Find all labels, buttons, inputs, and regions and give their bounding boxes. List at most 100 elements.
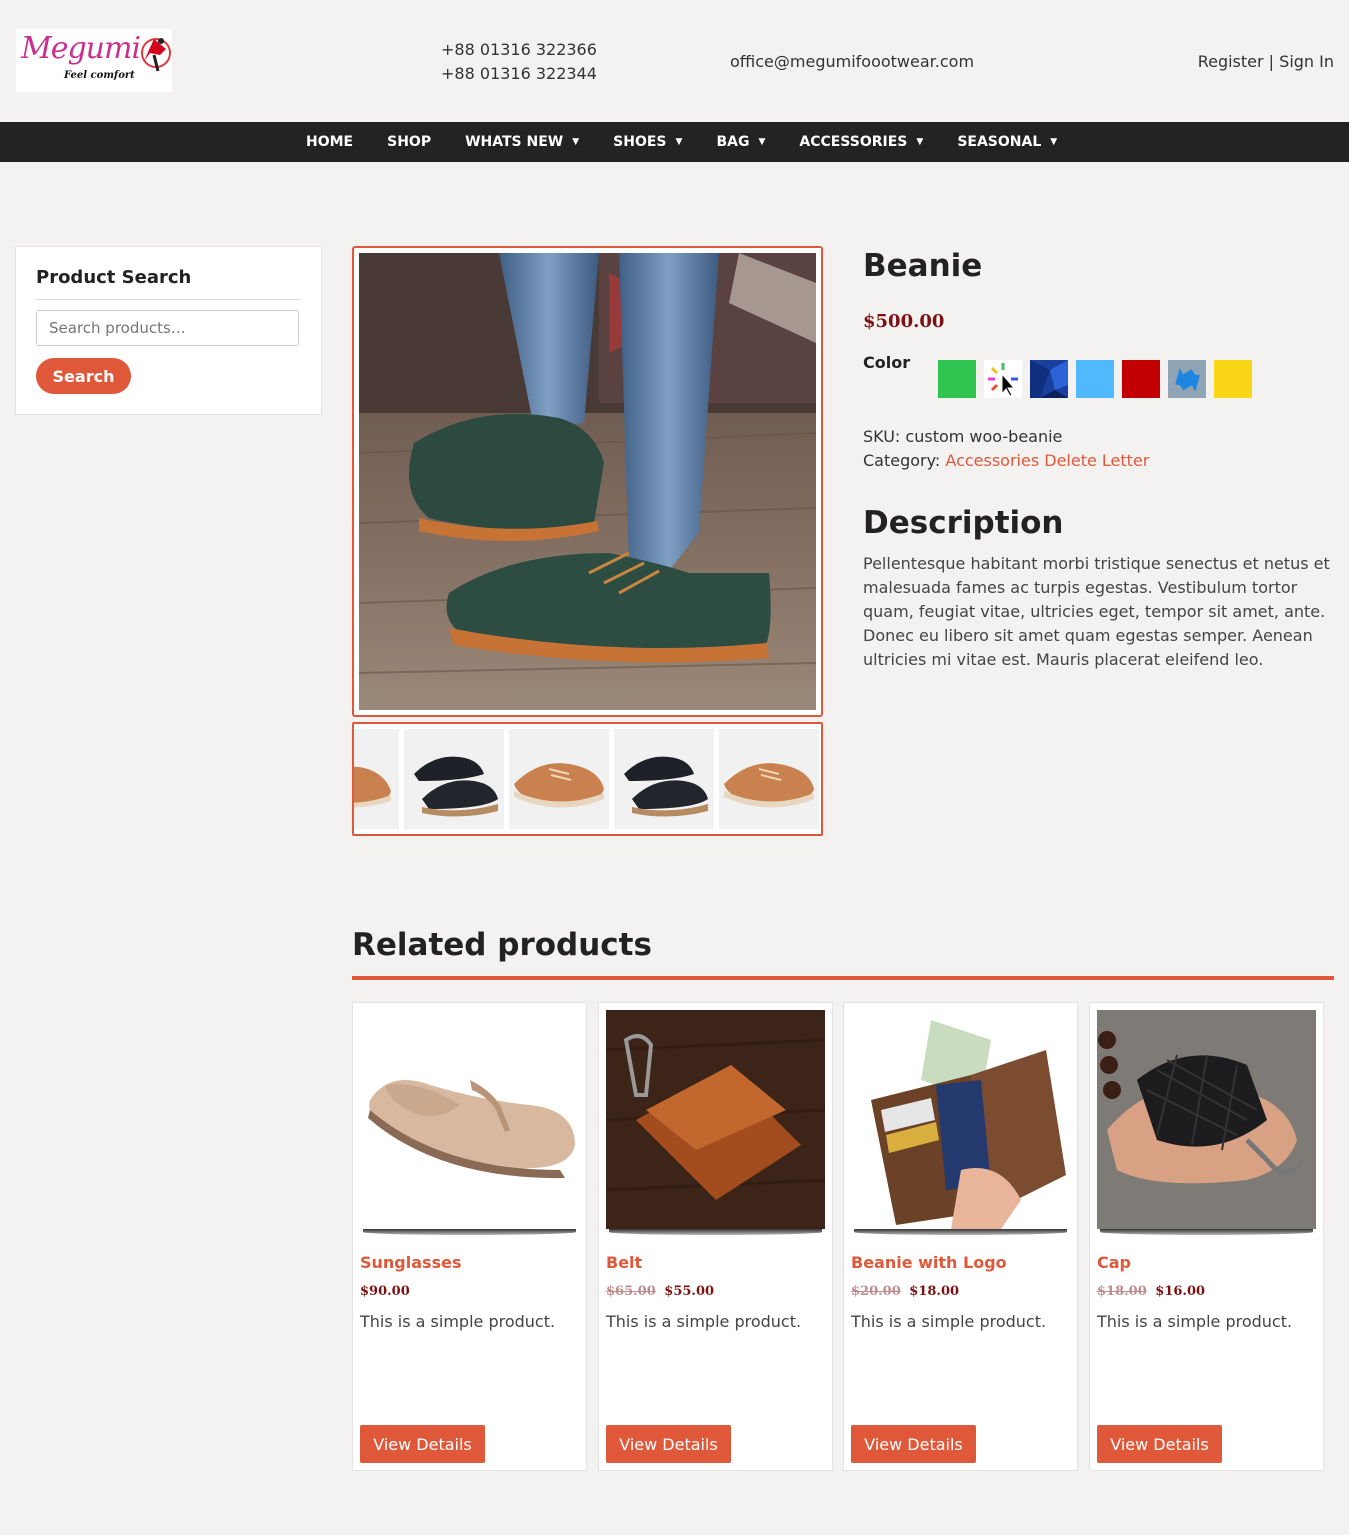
thumbnail-5[interactable] — [719, 729, 819, 829]
nav-item-label: SHOES — [613, 134, 667, 150]
product-prices: $65.00 $55.00 — [606, 1284, 714, 1299]
image-shadow — [363, 1229, 576, 1235]
old-price: $18.00 — [1097, 1284, 1147, 1299]
color-swatch-blue-pattern[interactable] — [1030, 360, 1068, 398]
tan-shoe-thumb — [509, 729, 609, 829]
product-image[interactable] — [1097, 1010, 1316, 1229]
nav-item-home[interactable]: HOME — [306, 122, 353, 162]
color-swatch-light-blue[interactable] — [1076, 360, 1114, 398]
green-suede-shoe-photo — [359, 253, 816, 710]
nav-item-label: ACCESSORIES — [799, 134, 908, 150]
description-text: Pellentesque habitant morbi tristique se… — [863, 554, 1330, 669]
color-swatch-green[interactable] — [938, 360, 976, 398]
thumbnail-3[interactable] — [509, 729, 609, 829]
nav-item-shoes[interactable]: SHOES ▼ — [613, 122, 682, 162]
product-prices: $20.00 $18.00 — [851, 1284, 959, 1299]
image-shadow — [854, 1229, 1067, 1235]
sku-value: custom woo-beanie — [905, 427, 1063, 446]
product-image[interactable] — [851, 1010, 1070, 1229]
category-line: Category: Accessories Delete Letter — [863, 451, 1149, 470]
related-products-title: Related products — [352, 927, 652, 963]
category-label: Category: — [863, 451, 941, 470]
current-price: $16.00 — [1155, 1284, 1206, 1299]
sign-in-link[interactable]: Sign In — [1279, 52, 1334, 71]
high-heel-logo-icon — [141, 38, 171, 72]
black-oxford-thumb — [404, 729, 504, 829]
refresh-arrows-icon — [1175, 368, 1200, 392]
product-name[interactable]: Beanie with Logo — [851, 1253, 1007, 1272]
product-name[interactable]: Cap — [1097, 1253, 1131, 1272]
product-card: Cap $18.00 $16.00 This is a simple produ… — [1089, 1002, 1324, 1471]
color-swatch-red[interactable] — [1122, 360, 1160, 398]
description-title: Description — [863, 505, 1064, 541]
image-shadow — [1100, 1229, 1313, 1235]
nav-item-label: BAG — [716, 134, 750, 150]
product-name[interactable]: Sunglasses — [360, 1253, 461, 1272]
main-navigation: HOME SHOP WHATS NEW ▼ SHOES ▼ BAG ▼ ACCESSO… — [0, 122, 1349, 162]
product-image[interactable] — [360, 1010, 579, 1229]
category-link[interactable]: Accessories Delete Letter — [945, 451, 1149, 470]
beige-loafer-photo — [360, 1010, 579, 1229]
brown-key-wallet-photo — [605, 1010, 826, 1229]
site-logo[interactable]: Megumi Feel comfort — [16, 29, 172, 92]
search-button[interactable]: Search — [36, 358, 131, 394]
caret-down-icon: ▼ — [758, 137, 766, 147]
product-name[interactable]: Belt — [606, 1253, 642, 1272]
product-summary: This is a simple product. — [1097, 1312, 1293, 1331]
thumbnail-2[interactable] — [404, 729, 504, 829]
view-details-button[interactable]: View Details — [606, 1425, 731, 1463]
view-details-button[interactable]: View Details — [851, 1425, 976, 1463]
product-main-image[interactable] — [352, 246, 823, 717]
product-summary: This is a simple product. — [606, 1312, 802, 1331]
old-price: $20.00 — [851, 1284, 901, 1299]
logo-text: Megumi — [21, 31, 141, 66]
current-price: $90.00 — [360, 1284, 410, 1299]
widget-divider — [36, 299, 300, 300]
product-price: $500.00 — [863, 311, 945, 332]
color-swatch-yellow[interactable] — [1214, 360, 1252, 398]
product-prices: $18.00 $16.00 — [1097, 1284, 1205, 1299]
current-price: $55.00 — [664, 1284, 715, 1299]
product-summary: This is a simple product. — [360, 1312, 556, 1331]
nav-item-label: HOME — [306, 134, 354, 150]
sku-label: SKU: — [863, 427, 901, 446]
product-search-widget: Product Search Search — [15, 246, 322, 415]
logo-tagline: Feel comfort — [64, 70, 135, 81]
phone-number-1[interactable]: +88 01316 322366 — [441, 40, 597, 59]
nav-item-whats-new[interactable]: WHATS NEW ▼ — [465, 122, 579, 162]
black-oxford-thumb — [614, 729, 714, 829]
product-thumbnail-strip — [352, 722, 823, 836]
tan-shoe-thumb — [354, 729, 399, 829]
caret-down-icon: ▼ — [572, 137, 580, 147]
passport-wallet-photo — [851, 1010, 1070, 1229]
phone-number-2[interactable]: +88 01316 322344 — [441, 64, 597, 83]
current-price: $18.00 — [909, 1284, 960, 1299]
register-link[interactable]: Register — [1198, 52, 1264, 71]
view-details-button[interactable]: View Details — [1097, 1425, 1222, 1463]
auth-separator: | — [1268, 52, 1275, 71]
caret-down-icon: ▼ — [916, 137, 924, 147]
product-prices: $90.00 — [360, 1284, 410, 1299]
product-card: Beanie with Logo $20.00 $18.00 This is a… — [843, 1002, 1078, 1471]
view-details-button[interactable]: View Details — [360, 1425, 485, 1463]
thumbnail-1[interactable] — [354, 729, 399, 829]
sku-line: SKU: custom woo-beanie — [863, 427, 1062, 446]
email-link[interactable]: office@megumifoootwear.com — [730, 52, 974, 71]
image-shadow — [609, 1229, 822, 1235]
auth-links: Register | Sign In — [1198, 52, 1334, 71]
product-image[interactable] — [605, 1010, 826, 1229]
nav-item-accessories[interactable]: ACCESSORIES ▼ — [799, 122, 923, 162]
black-woven-key-case-photo — [1097, 1010, 1316, 1229]
product-title: Beanie — [863, 248, 983, 284]
color-swatch-refresh[interactable] — [1168, 360, 1206, 398]
thumbnail-4[interactable] — [614, 729, 714, 829]
old-price: $65.00 — [606, 1284, 656, 1299]
product-summary: This is a simple product. — [851, 1312, 1047, 1331]
color-swatch-loading[interactable] — [984, 360, 1022, 398]
nav-item-shop[interactable]: SHOP — [387, 122, 431, 162]
search-input[interactable] — [36, 310, 299, 346]
nav-item-seasonal[interactable]: SEASONAL ▼ — [957, 122, 1057, 162]
nav-item-label: SEASONAL — [957, 134, 1042, 150]
caret-down-icon: ▼ — [1050, 137, 1058, 147]
nav-item-bag[interactable]: BAG ▼ — [716, 122, 765, 162]
